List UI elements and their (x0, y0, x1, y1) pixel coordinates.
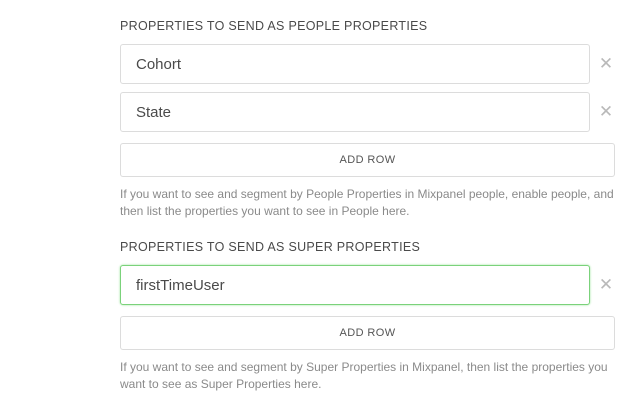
super-add-row-button[interactable]: ADD ROW (120, 316, 615, 350)
super-property-row: ✕ (120, 265, 620, 305)
remove-row-icon[interactable]: ✕ (598, 102, 614, 122)
people-properties-help-text: If you want to see and segment by People… (120, 187, 614, 218)
super-properties-help-text: If you want to see and segment by Super … (120, 360, 608, 391)
people-properties-title: PROPERTIES TO SEND AS PEOPLE PROPERTIES (120, 19, 428, 33)
people-add-row-button[interactable]: ADD ROW (120, 143, 615, 177)
super-properties-title: PROPERTIES TO SEND AS SUPER PROPERTIES (120, 240, 421, 254)
people-property-input-cohort[interactable] (120, 44, 590, 84)
people-property-row: ✕ (120, 44, 620, 84)
people-property-input-state[interactable] (120, 92, 590, 132)
super-property-input-firsttimeuser[interactable] (120, 265, 590, 305)
remove-row-icon[interactable]: ✕ (598, 275, 614, 295)
people-property-row: ✕ (120, 92, 620, 132)
remove-row-icon[interactable]: ✕ (598, 54, 614, 74)
